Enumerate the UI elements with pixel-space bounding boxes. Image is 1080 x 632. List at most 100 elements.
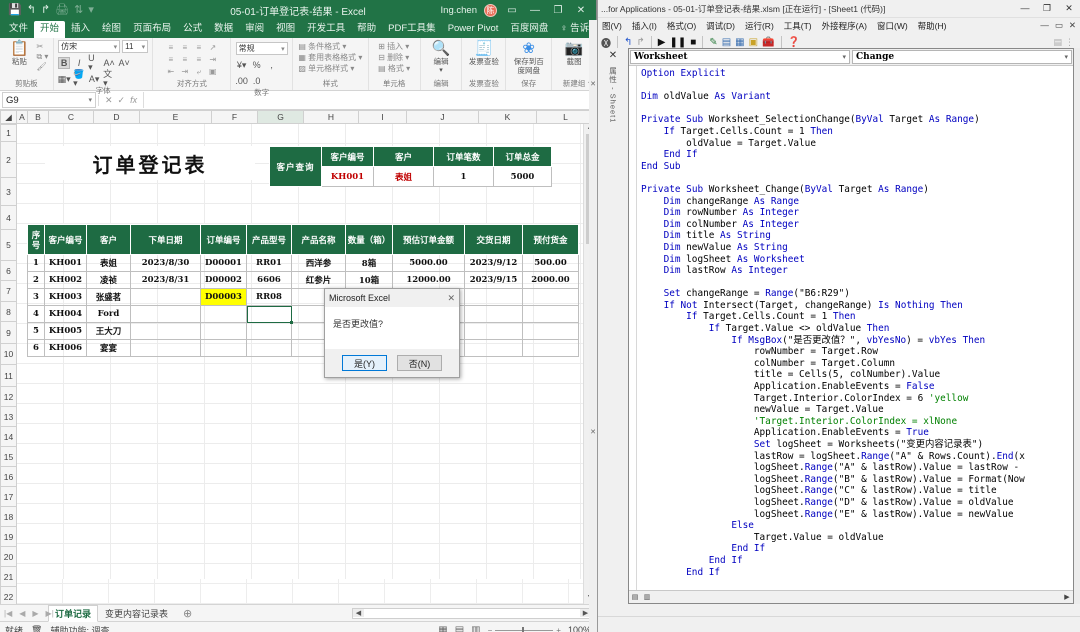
row-header-5[interactable]: 5 [0, 229, 17, 261]
row-header-14[interactable]: 14 [0, 426, 17, 447]
ribbon-tab-help[interactable]: 帮助 [351, 21, 382, 38]
cell-r1-amount[interactable]: 5000.00 [392, 254, 465, 272]
row-header-20[interactable]: 20 [0, 546, 17, 567]
order-col-prepaid[interactable]: 预付货金 [522, 224, 579, 255]
cell-r3-customer[interactable]: 张盛茗 [86, 288, 131, 306]
align-left-icon[interactable]: ≡ [164, 54, 177, 65]
cell-r3-delivery-date[interactable] [464, 288, 523, 306]
vba-restore-button[interactable]: ❐ [1036, 3, 1058, 14]
cell-r2-product-model[interactable]: 6606 [246, 271, 292, 289]
close-strip-icon-2[interactable]: ✕ [589, 428, 597, 436]
quick-access-toolbar[interactable]: 💾 ↰ ↱ 🖨 ⇅ ▾ [4, 4, 94, 16]
yes-button[interactable]: 是(Y) [342, 355, 387, 371]
cell-r1-product-name[interactable]: 西洋参 [291, 254, 346, 272]
currency-icon[interactable]: ¥▾ [236, 59, 248, 71]
cell-r5-customer-id[interactable]: KH005 [44, 322, 87, 340]
order-col-quantity[interactable]: 数量（箱） [345, 224, 393, 255]
more-icon[interactable]: ▾ [88, 4, 94, 16]
save-icon[interactable]: 💾 [8, 4, 22, 16]
cell-r5-product-model[interactable] [246, 322, 292, 340]
code-editor[interactable]: Option Explicit Dim oldValue As Variant … [629, 66, 1073, 590]
order-col-customer-id[interactable]: 客户编号 [44, 224, 87, 255]
print-icon[interactable]: 🖨 [55, 4, 69, 16]
row-header-1[interactable]: 1 [0, 124, 17, 142]
align-center-icon[interactable]: ≡ [178, 54, 191, 65]
vba-menu-help[interactable]: 帮助(H) [918, 20, 947, 32]
row-header-10[interactable]: 10 [0, 343, 17, 365]
cell-r1-delivery-date[interactable]: 2023/9/12 [464, 254, 523, 272]
query-value-3[interactable]: 5000 [493, 166, 552, 187]
cell-r4-seq[interactable]: 4 [27, 305, 45, 323]
cell-r1-product-model[interactable]: RR01 [246, 254, 292, 272]
column-header-B[interactable]: B [27, 110, 49, 124]
vba-menu-debug[interactable]: 调试(D) [706, 20, 735, 32]
decrease-indent-icon[interactable]: ⇤ [164, 66, 177, 77]
italic-button[interactable]: I [73, 57, 85, 69]
undo-icon[interactable]: ↰ [27, 4, 36, 16]
cell-r3-seq[interactable]: 3 [27, 288, 45, 306]
cell-r2-amount[interactable]: 12000.00 [392, 271, 465, 289]
vba-menu-addins[interactable]: 外接程序(A) [822, 20, 867, 32]
properties-window-icon[interactable]: ▦ [735, 37, 744, 48]
row-header-22[interactable]: 22 [0, 586, 17, 604]
next-sheet-icon[interactable]: ▶ [32, 609, 38, 618]
cell-r2-prepaid[interactable]: 2000.00 [522, 271, 579, 289]
ribbon-tab-home[interactable]: 开始 [34, 21, 66, 38]
cell-r5-customer[interactable]: 王大刀 [86, 322, 131, 340]
ribbon-tab-baidu-netdisk[interactable]: 百度网盘 [504, 21, 554, 38]
cell-r6-product-model[interactable] [246, 339, 292, 357]
vba-menu-window[interactable]: 窗口(W) [877, 20, 908, 32]
table-row[interactable]: 2 KH002 凌祯 2023/8/31 D00002 6606 红参片 10箱… [27, 271, 579, 289]
font-color-icon[interactable]: A▾ [88, 73, 100, 85]
redo-icon[interactable]: ↱ [41, 4, 50, 16]
vba-menu-tools[interactable]: 工具(T) [784, 20, 812, 32]
zoom-level[interactable]: 100% [568, 625, 591, 632]
conditional-formatting-button[interactable]: ▤ 条件格式 ▾ [298, 42, 346, 51]
format-cells-button[interactable]: ▤ 格式 ▾ [378, 64, 410, 73]
order-col-product-model[interactable]: 产品型号 [246, 224, 292, 255]
align-top-icon[interactable]: ≡ [164, 42, 177, 53]
cell-r2-order-no[interactable]: D00002 [200, 271, 247, 289]
row-header-19[interactable]: 19 [0, 526, 17, 547]
row-header-9[interactable]: 9 [0, 321, 17, 344]
column-header-H[interactable]: H [303, 110, 359, 124]
toolbar-overflow-icon[interactable]: ▤ [1053, 37, 1062, 48]
sheet-surface[interactable]: 订单登记表 客户查询 客户编号 客户 订单笔数 订单总金 KH001 表姐 1 [17, 124, 582, 579]
cell-r3-order-no[interactable]: D00003 [200, 288, 247, 306]
font-size-input[interactable]: 11 ▾ [122, 40, 149, 53]
proc-view-icon[interactable]: ▤ [629, 593, 641, 601]
undo-icon[interactable]: ↰ [624, 37, 632, 48]
cell-r1-customer[interactable]: 表姐 [86, 254, 131, 272]
prev-sheet-icon[interactable]: ◀ [19, 609, 25, 618]
last-sheet-icon[interactable]: ▶| [46, 609, 54, 618]
cell-r4-order-date[interactable] [130, 305, 201, 323]
increase-font-button[interactable]: A˄ [103, 57, 115, 69]
row-header-21[interactable]: 21 [0, 566, 17, 587]
cell-r2-delivery-date[interactable]: 2023/9/15 [464, 271, 523, 289]
sheet-tab-change-log[interactable]: 变更内容记录表 [98, 605, 175, 622]
vba-menu-insert[interactable]: 插入(I) [632, 20, 657, 32]
save-to-baidu-button[interactable]: ❀ 保存到百度网盘 [514, 40, 544, 76]
ribbon-display-options-button[interactable]: ▭ [504, 5, 520, 16]
panel-close-icon[interactable]: ✕ [598, 48, 628, 61]
project-explorer-icon[interactable]: ▤ [722, 37, 731, 48]
page-break-icon[interactable]: ▥ [471, 625, 480, 632]
formula-input[interactable] [143, 92, 586, 108]
cell-r2-quantity[interactable]: 10箱 [345, 271, 393, 289]
sort-icon[interactable]: ⇅ [74, 4, 83, 16]
cell-r1-prepaid[interactable]: 500.00 [522, 254, 579, 272]
cell-r2-customer[interactable]: 凌祯 [86, 271, 131, 289]
cell-r4-delivery-date[interactable] [464, 305, 523, 323]
increase-decimal-icon[interactable]: .00 [235, 75, 248, 87]
column-header-I[interactable]: I [358, 110, 407, 124]
format-as-table-button[interactable]: ▦ 套用表格格式 ▾ [298, 53, 362, 62]
minimize-button[interactable]: — [527, 5, 543, 16]
close-button[interactable]: ✕ [573, 5, 589, 16]
cell-r6-order-date[interactable] [130, 339, 201, 357]
order-col-amount[interactable]: 预估订单金额 [392, 224, 465, 255]
vba-menu-format[interactable]: 格式(O) [667, 20, 696, 32]
cell-r6-seq[interactable]: 6 [27, 339, 45, 357]
cell-r1-customer-id[interactable]: KH001 [44, 254, 87, 272]
phonetic-icon[interactable]: 文▾ [103, 70, 115, 88]
row-header-11[interactable]: 11 [0, 364, 17, 387]
